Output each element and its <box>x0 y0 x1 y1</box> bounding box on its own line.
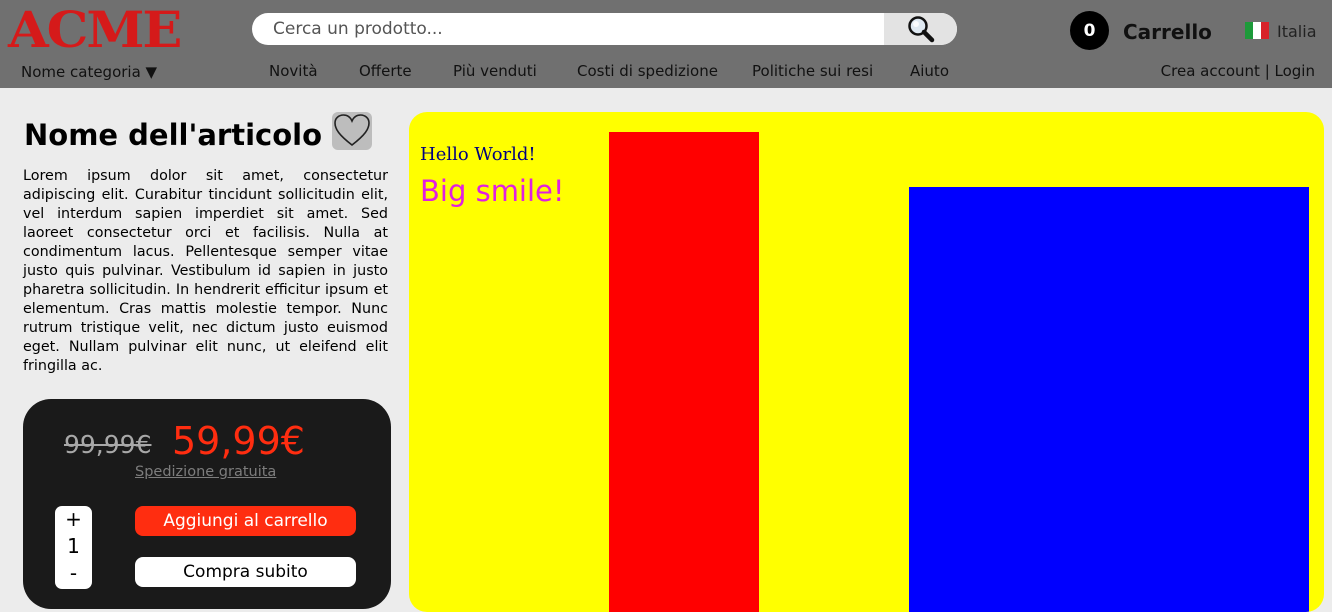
category-dropdown[interactable]: Nome categoria ▼ <box>21 63 157 81</box>
smile-text: Big smile! <box>420 174 565 208</box>
quantity-increase-button[interactable]: + <box>55 506 92 533</box>
product-description: Lorem ipsum dolor sit amet, consectetur … <box>23 168 388 374</box>
search-icon <box>907 16 934 43</box>
red-rectangle <box>609 132 759 612</box>
blue-rectangle <box>909 187 1309 612</box>
search-bar <box>252 13 957 45</box>
cart-link[interactable]: Carrello <box>1123 20 1212 44</box>
search-input[interactable] <box>252 13 884 45</box>
country-selector[interactable]: Italia <box>1277 22 1317 41</box>
sale-price: 59,99€ <box>172 419 305 463</box>
heart-icon <box>334 114 370 147</box>
favorite-button[interactable] <box>332 112 372 150</box>
nav-costi-spedizione[interactable]: Costi di spedizione <box>577 62 718 80</box>
purchase-panel: 99,99€ 59,99€ Spedizione gratuita + 1 - … <box>23 399 391 609</box>
old-price: 99,99€ <box>64 430 152 459</box>
nav-aiuto[interactable]: Aiuto <box>910 62 949 80</box>
quantity-value: 1 <box>67 534 80 558</box>
quantity-stepper: + 1 - <box>55 506 92 589</box>
product-title: Nome dell'articolo <box>24 118 323 152</box>
acme-logo[interactable]: ACME <box>8 4 182 56</box>
buy-now-button[interactable]: Compra subito <box>135 557 356 587</box>
nav-offerte[interactable]: Offerte <box>359 62 412 80</box>
nav-novita[interactable]: Novità <box>269 62 318 80</box>
nav-politiche-resi[interactable]: Politiche sui resi <box>752 62 873 80</box>
free-shipping-link[interactable]: Spedizione gratuita <box>135 464 276 480</box>
cart-count-badge[interactable]: 0 <box>1070 11 1109 50</box>
account-links[interactable]: Crea account | Login <box>1161 62 1315 80</box>
search-button[interactable] <box>884 13 957 45</box>
quantity-decrease-button[interactable]: - <box>55 560 92 587</box>
top-header: ACME Nome categoria ▼ 0 Carrello Italia … <box>0 0 1332 88</box>
italy-flag-icon[interactable] <box>1245 22 1269 39</box>
nav-piu-venduti[interactable]: Più venduti <box>453 62 537 80</box>
hello-text: Hello World! <box>420 144 536 165</box>
add-to-cart-button[interactable]: Aggiungi al carrello <box>135 506 356 536</box>
product-canvas: Hello World! Big smile! <box>409 112 1324 612</box>
